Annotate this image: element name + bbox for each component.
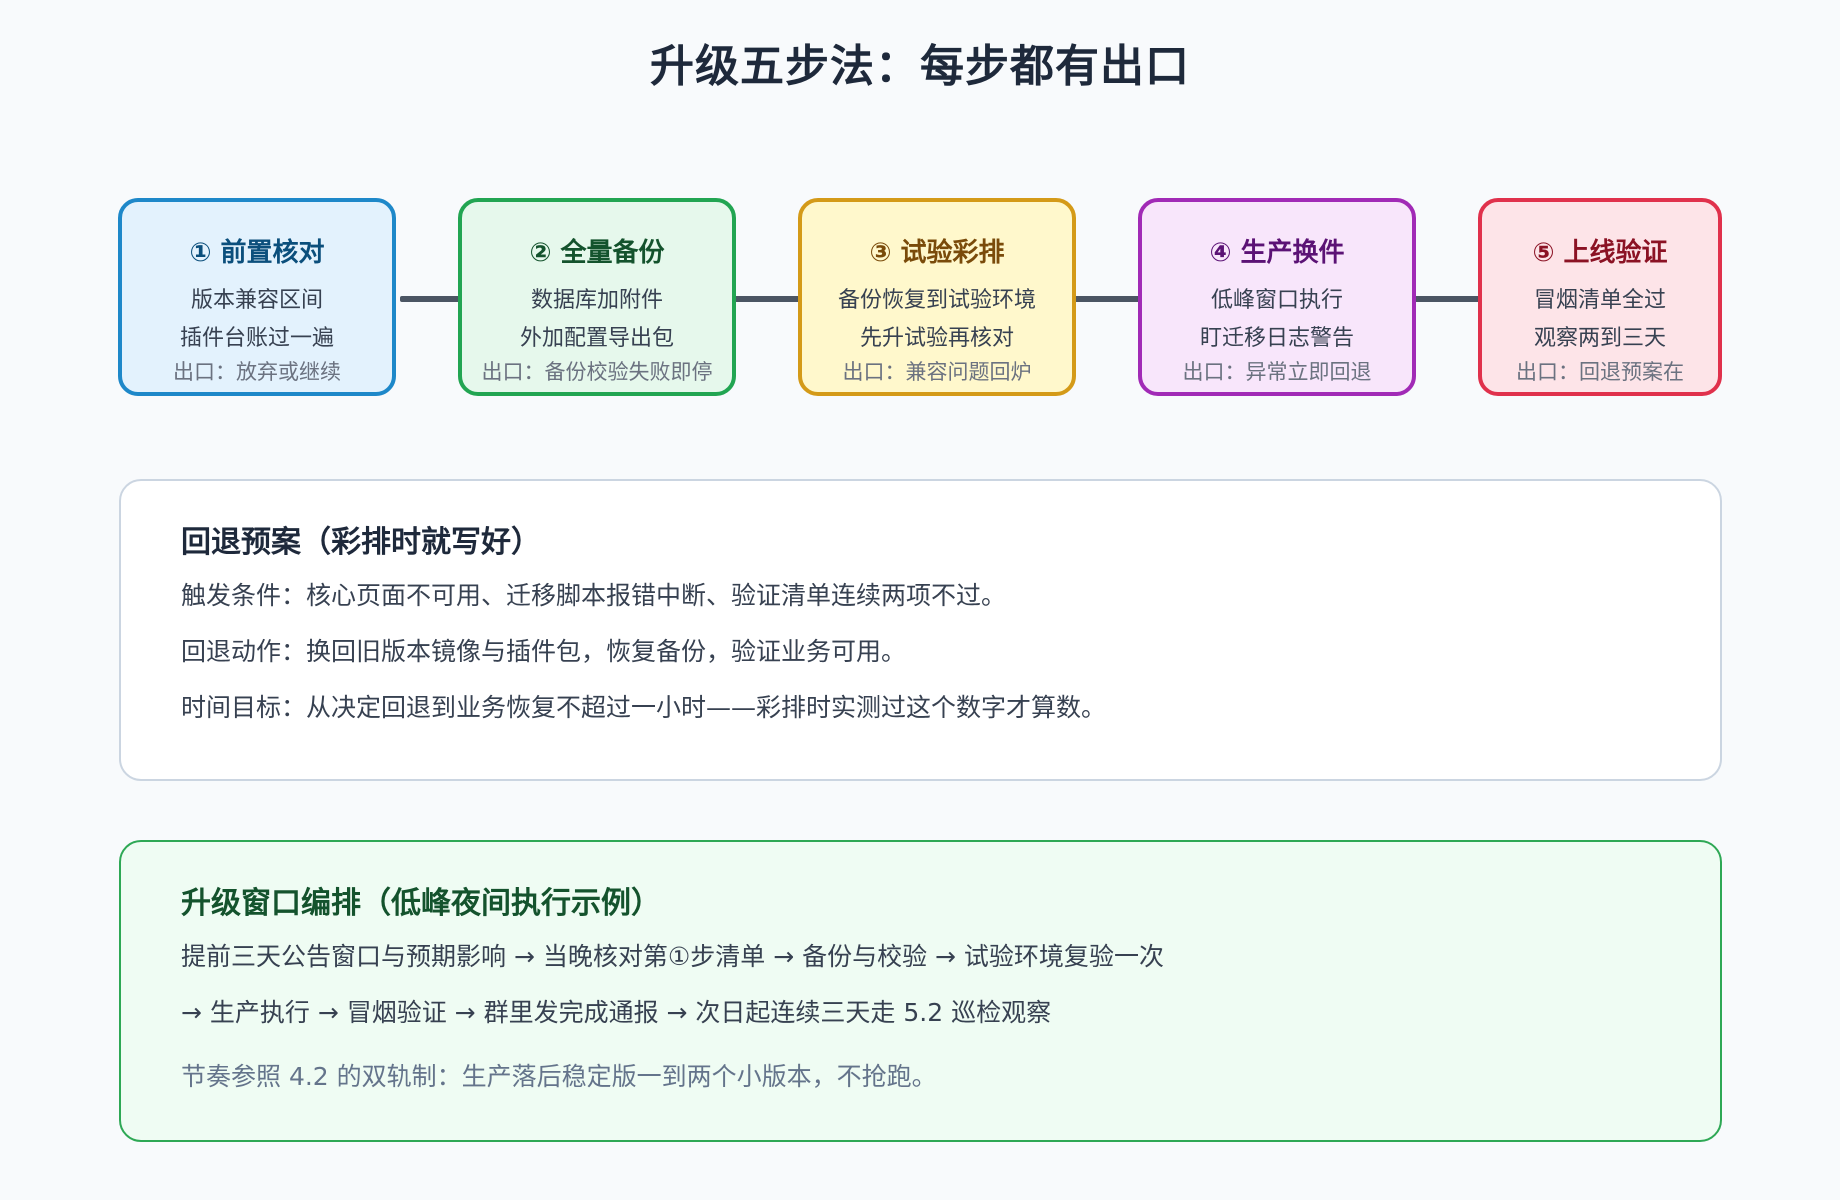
rollback-plan-panel: 回退预案（彩排时就写好） 触发条件：核心页面不可用、迁移脚本报错中断、验证清单连… bbox=[119, 479, 1722, 781]
step-exit: 出口：兼容问题回炉 bbox=[842, 360, 1032, 384]
step-title: ⑤ 上线验证 bbox=[1532, 238, 1668, 268]
step-detail: 观察两到三天 bbox=[1533, 326, 1666, 351]
step-title: ③ 试验彩排 bbox=[869, 238, 1005, 268]
step-card-5: ⑤ 上线验证 冒烟清单全过 观察两到三天 出口：回退预案在 bbox=[1478, 198, 1722, 396]
step-card-2: ② 全量备份 数据库加附件 外加配置导出包 出口：备份校验失败即停 bbox=[458, 198, 736, 396]
step-detail: 先升试验再核对 bbox=[859, 326, 1014, 351]
rollback-time-target-text: 时间目标：从决定回退到业务恢复不超过一小时——彩排时实测过这个数字才算数。 bbox=[181, 693, 1107, 722]
step-exit: 出口：回退预案在 bbox=[1516, 360, 1684, 384]
step-detail: 低峰窗口执行 bbox=[1210, 288, 1343, 313]
upgrade-window-title: 升级窗口编排（低峰夜间执行示例） bbox=[181, 886, 661, 921]
step-detail: 冒烟清单全过 bbox=[1533, 288, 1666, 313]
upgrade-window-note: 节奏参照 4.2 的双轨制：生产落后稳定版一到两个小版本，不抢跑。 bbox=[181, 1062, 937, 1091]
step-detail: 插件台账过一遍 bbox=[179, 326, 334, 351]
step-title: ④ 生产换件 bbox=[1209, 238, 1345, 268]
upgrade-window-panel: 升级窗口编排（低峰夜间执行示例） 提前三天公告窗口与预期影响 → 当晚核对第①步… bbox=[119, 840, 1722, 1142]
step-exit: 出口：备份校验失败即停 bbox=[481, 360, 713, 384]
step-detail: 外加配置导出包 bbox=[519, 326, 674, 351]
page-title: 升级五步法：每步都有出口 bbox=[650, 41, 1190, 92]
upgrade-window-flow-line: 提前三天公告窗口与预期影响 → 当晚核对第①步清单 → 备份与校验 → 试验环境… bbox=[181, 942, 1164, 971]
step-card-3: ③ 试验彩排 备份恢复到试验环境 先升试验再核对 出口：兼容问题回炉 bbox=[798, 198, 1076, 396]
step-exit: 出口：放弃或继续 bbox=[173, 360, 341, 384]
step-title: ② 全量备份 bbox=[529, 238, 665, 268]
step-card-1: ① 前置核对 版本兼容区间 插件台账过一遍 出口：放弃或继续 bbox=[118, 198, 396, 396]
step-detail: 数据库加附件 bbox=[530, 288, 663, 313]
step-title: ① 前置核对 bbox=[189, 238, 325, 268]
rollback-plan-title: 回退预案（彩排时就写好） bbox=[181, 525, 541, 560]
upgrade-window-flow-line: → 生产执行 → 冒烟验证 → 群里发完成通报 → 次日起连续三天走 5.2 巡… bbox=[181, 998, 1052, 1027]
rollback-action-text: 回退动作：换回旧版本镜像与插件包，恢复备份，验证业务可用。 bbox=[181, 637, 907, 666]
step-detail: 版本兼容区间 bbox=[190, 288, 323, 313]
step-exit: 出口：异常立即回退 bbox=[1182, 360, 1372, 384]
rollback-trigger-text: 触发条件：核心页面不可用、迁移脚本报错中断、验证清单连续两项不过。 bbox=[181, 581, 1007, 610]
step-detail: 盯迁移日志警告 bbox=[1199, 326, 1354, 351]
step-card-4: ④ 生产换件 低峰窗口执行 盯迁移日志警告 出口：异常立即回退 bbox=[1138, 198, 1416, 396]
step-detail: 备份恢复到试验环境 bbox=[837, 288, 1036, 313]
